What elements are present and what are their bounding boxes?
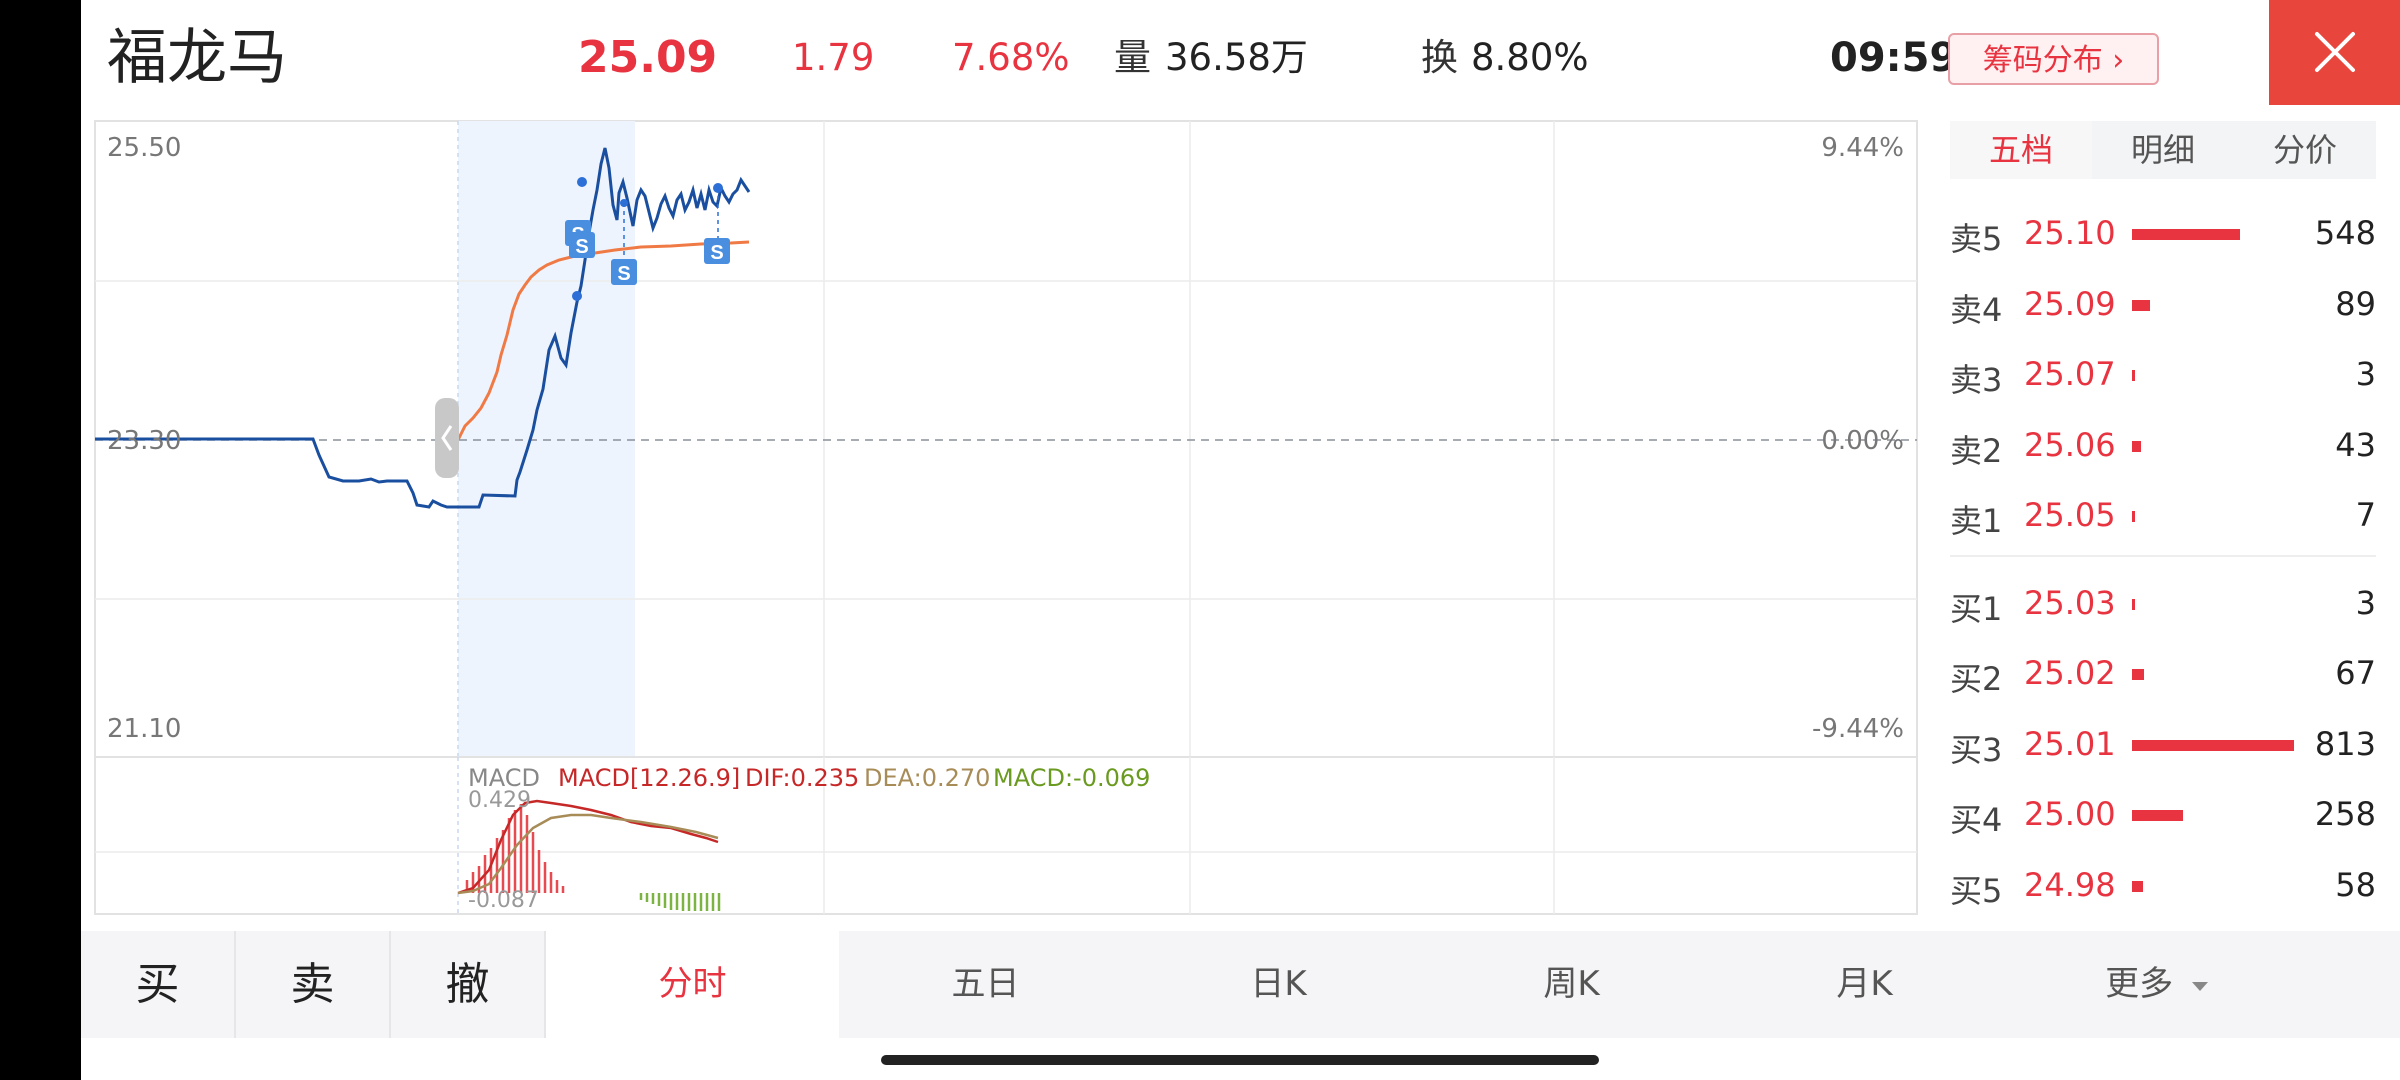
bid-volume-bar bbox=[2132, 599, 2135, 610]
bid-volume-bar bbox=[2132, 740, 2294, 751]
ask-row: 卖5 25.10 548 bbox=[1950, 204, 2376, 264]
y-axis-prev-close: 23.30 bbox=[107, 426, 182, 456]
event-dot bbox=[572, 291, 582, 301]
crosshair-drag-handle[interactable] bbox=[435, 398, 459, 478]
event-dot bbox=[577, 177, 587, 187]
bid-price: 24.98 bbox=[2024, 866, 2116, 904]
macd-dea: DEA:0.270 bbox=[864, 764, 991, 792]
price-line bbox=[95, 147, 751, 509]
traded-session-shade bbox=[458, 121, 635, 757]
ask-volume-bar bbox=[2132, 511, 2135, 522]
ask-volume: 548 bbox=[2314, 214, 2376, 252]
bid-row: 买2 25.02 67 bbox=[1950, 644, 2376, 704]
bid-price: 25.01 bbox=[2024, 725, 2116, 763]
svg-text:S: S bbox=[617, 263, 630, 285]
bid-label: 买4 bbox=[1950, 801, 2003, 839]
order-book-divider bbox=[1950, 555, 2376, 557]
bid-volume: 258 bbox=[2314, 795, 2376, 833]
y-axis-top-pct: 9.44% bbox=[1821, 133, 1904, 163]
bid-label: 买3 bbox=[1950, 731, 2003, 769]
bid-price: 25.02 bbox=[2024, 654, 2116, 692]
bid-label: 买2 bbox=[1950, 660, 2003, 698]
bid-volume: 58 bbox=[2335, 866, 2376, 904]
bid-volume-bar bbox=[2132, 669, 2144, 680]
sell-marker[interactable]: S bbox=[704, 238, 730, 264]
tab-price-volume[interactable]: 分价 bbox=[2234, 121, 2376, 179]
bid-row: 买3 25.01 813 bbox=[1950, 715, 2376, 775]
bottom-toolbar: 买 卖 撤 分时 五日 日K 周K 月K 更多 bbox=[81, 931, 2400, 1038]
bid-volume-bar bbox=[2132, 881, 2143, 892]
ask-label: 卖3 bbox=[1950, 361, 2003, 399]
ask-volume-bar bbox=[2132, 229, 2240, 240]
ask-row: 卖2 25.06 43 bbox=[1950, 416, 2376, 476]
bid-volume: 813 bbox=[2314, 725, 2376, 763]
ask-price: 25.10 bbox=[2024, 214, 2116, 252]
caret-down-icon bbox=[2191, 981, 2208, 991]
ask-label: 卖5 bbox=[1950, 220, 2003, 258]
y-axis-mid-pct: 0.00% bbox=[1821, 426, 1904, 456]
ask-row: 卖3 25.07 3 bbox=[1950, 345, 2376, 405]
bid-price: 25.03 bbox=[2024, 584, 2116, 622]
svg-text:S: S bbox=[710, 242, 723, 264]
y-axis-bottom-price: 21.10 bbox=[107, 714, 182, 744]
close-button[interactable] bbox=[2269, 0, 2400, 105]
macd-max: 0.429 bbox=[468, 788, 531, 813]
bid-price: 25.00 bbox=[2024, 795, 2116, 833]
y-axis-top-price: 25.50 bbox=[107, 133, 182, 163]
sell-button[interactable]: 卖 bbox=[236, 931, 389, 1038]
bid-row: 买1 25.03 3 bbox=[1950, 574, 2376, 634]
bid-volume-bar bbox=[2132, 810, 2183, 821]
bid-volume: 67 bbox=[2335, 654, 2376, 692]
ask-price: 25.09 bbox=[2024, 285, 2116, 323]
ask-price: 25.06 bbox=[2024, 426, 2116, 464]
ask-volume-bar bbox=[2132, 370, 2135, 381]
tab-daily-k[interactable]: 日K bbox=[1132, 931, 1425, 1038]
ask-volume: 3 bbox=[2355, 355, 2376, 393]
bid-row: 买5 24.98 58 bbox=[1950, 856, 2376, 916]
tab-more-label: 更多 bbox=[2105, 964, 2174, 1004]
y-axis-bottom-pct: -9.44% bbox=[1812, 714, 1904, 744]
ask-label: 卖1 bbox=[1950, 502, 2003, 540]
order-book-tabs: 五档 明细 分价 bbox=[1950, 121, 2376, 179]
tab-details[interactable]: 明细 bbox=[2092, 121, 2234, 179]
macd-value: MACD:-0.069 bbox=[993, 764, 1151, 792]
ask-label: 卖2 bbox=[1950, 432, 2003, 470]
close-icon bbox=[2315, 32, 2355, 72]
sell-marker[interactable]: S bbox=[611, 259, 637, 285]
tab-monthly-k[interactable]: 月K bbox=[1718, 931, 2011, 1038]
bid-label: 买1 bbox=[1950, 590, 2003, 628]
stock-detail-screen: 福龙马 25.09 1.79 7.68% 量 36.58万 换 8.80% 09… bbox=[81, 0, 2400, 1080]
tab-intraday[interactable]: 分时 bbox=[546, 931, 839, 1038]
price-chart-frame bbox=[94, 120, 1918, 758]
ask-volume-bar bbox=[2132, 441, 2141, 452]
ask-price: 25.05 bbox=[2024, 496, 2116, 534]
macd-params: MACD[12.26.9] bbox=[558, 764, 741, 792]
tab-five-day[interactable]: 五日 bbox=[839, 931, 1132, 1038]
ask-volume: 89 bbox=[2335, 285, 2376, 323]
ask-volume: 7 bbox=[2355, 496, 2376, 534]
ask-volume: 43 bbox=[2335, 426, 2376, 464]
tab-weekly-k[interactable]: 周K bbox=[1425, 931, 1718, 1038]
macd-dif: DIF:0.235 bbox=[745, 764, 860, 792]
ask-row: 卖1 25.05 7 bbox=[1950, 486, 2376, 546]
chip-distribution-button[interactable]: 筹码分布 › bbox=[1948, 33, 2159, 85]
home-indicator bbox=[881, 1055, 1599, 1065]
svg-text:S: S bbox=[575, 236, 588, 258]
sell-marker[interactable]: S bbox=[569, 232, 595, 258]
buy-button[interactable]: 买 bbox=[81, 931, 234, 1038]
tab-five-levels[interactable]: 五档 bbox=[1950, 121, 2092, 179]
macd-histogram-negative bbox=[639, 893, 721, 911]
bid-label: 买5 bbox=[1950, 872, 2003, 910]
tab-more[interactable]: 更多 bbox=[2011, 931, 2304, 1038]
bid-row: 买4 25.00 258 bbox=[1950, 785, 2376, 845]
ask-row: 卖4 25.09 89 bbox=[1950, 275, 2376, 335]
macd-min: -0.087 bbox=[468, 888, 539, 913]
cancel-order-button[interactable]: 撤 bbox=[391, 931, 544, 1038]
ask-label: 卖4 bbox=[1950, 291, 2003, 329]
bid-volume: 3 bbox=[2355, 584, 2376, 622]
ask-price: 25.07 bbox=[2024, 355, 2116, 393]
ask-volume-bar bbox=[2132, 300, 2150, 311]
